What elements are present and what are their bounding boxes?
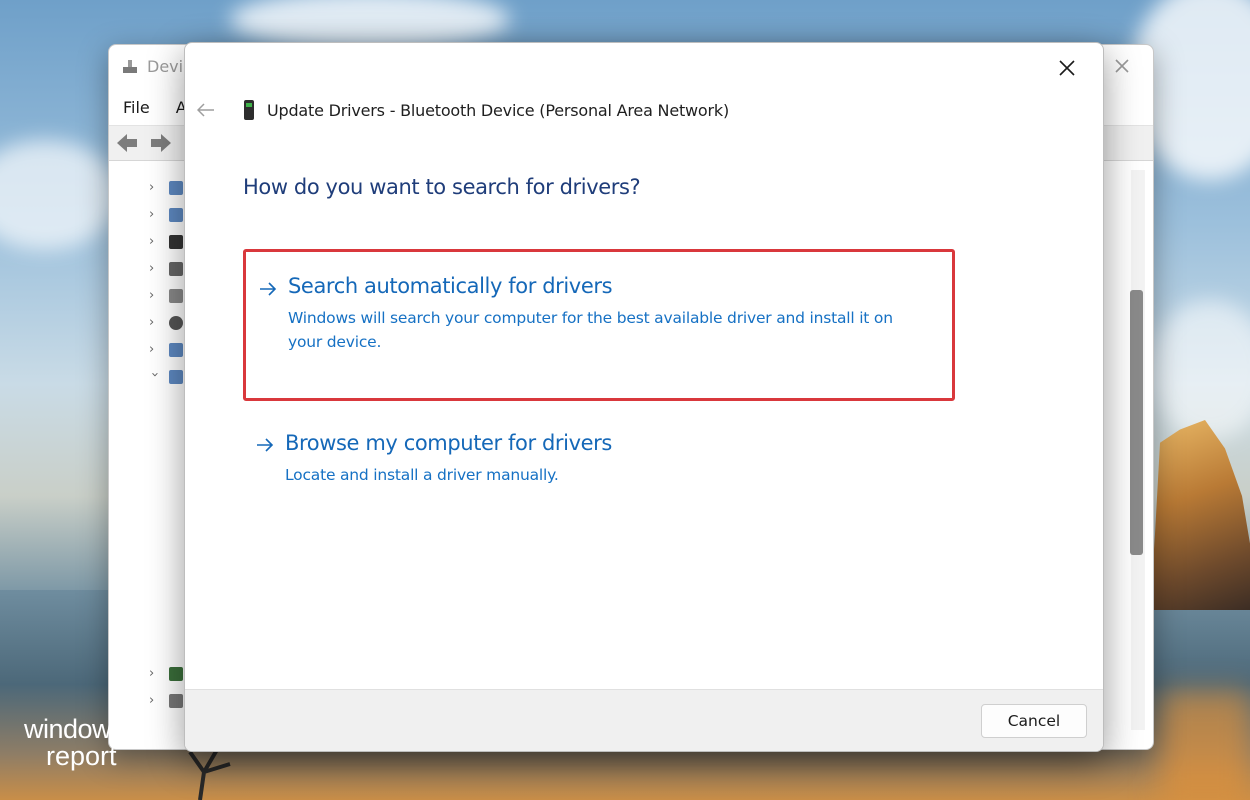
cloud (0, 140, 120, 250)
browse-computer-option[interactable]: Browse my computer for drivers Locate an… (243, 417, 955, 497)
device-manager-titlebar: Devi (121, 57, 183, 76)
menu-bar: File A (123, 98, 187, 117)
option-title: Browse my computer for drivers (285, 431, 612, 455)
cloud (1150, 300, 1250, 440)
back-button[interactable] (193, 97, 219, 123)
close-icon[interactable] (1113, 57, 1131, 75)
device-category-icon (169, 208, 183, 222)
rock-formation (1150, 420, 1250, 610)
device-category-icon (169, 370, 183, 384)
tree-item[interactable]: › (149, 286, 189, 306)
right-arrow-icon (260, 282, 277, 296)
device-category-icon (169, 316, 183, 330)
right-arrow-icon (257, 438, 274, 452)
tree-item[interactable]: › (149, 232, 189, 252)
dialog-header: Update Drivers - Bluetooth Device (Perso… (243, 99, 729, 121)
windows-report-watermark: windows report (24, 716, 144, 770)
chevron-down-icon: › (147, 372, 162, 378)
tree-item[interactable]: › (149, 691, 189, 711)
device-tree: › › › › › › › › › › (109, 170, 189, 730)
watermark-line1: windows (24, 714, 125, 744)
chevron-right-icon: › (149, 234, 155, 249)
device-category-icon (169, 694, 183, 708)
close-button[interactable] (1045, 53, 1089, 83)
scrollbar-thumb[interactable] (1130, 290, 1143, 555)
search-automatically-option[interactable]: Search automatically for drivers Windows… (243, 249, 955, 401)
sun-reflection (1160, 690, 1250, 800)
tree-item[interactable]: › (147, 367, 189, 387)
tree-item[interactable]: › (149, 664, 189, 684)
option-description: Locate and install a driver manually. (285, 466, 559, 484)
chevron-right-icon: › (149, 342, 155, 357)
watermark-line2: report (46, 741, 117, 771)
device-category-icon (169, 343, 183, 357)
device-category-icon (169, 235, 183, 249)
tree-item[interactable]: › (149, 340, 189, 360)
menu-file[interactable]: File (123, 98, 150, 117)
chevron-right-icon: › (149, 693, 155, 708)
device-category-icon (169, 289, 183, 303)
chevron-right-icon: › (149, 207, 155, 222)
bluetooth-device-icon (244, 100, 254, 120)
option-title: Search automatically for drivers (288, 274, 613, 298)
tree-item[interactable]: › (149, 178, 189, 198)
tree-item[interactable]: › (149, 259, 189, 279)
tree-item[interactable]: › (149, 313, 189, 333)
chevron-right-icon: › (149, 180, 155, 195)
option-description: Windows will search your computer for th… (288, 309, 893, 351)
tree-item[interactable]: › (149, 205, 189, 225)
chevron-right-icon: › (149, 288, 155, 303)
back-arrow-icon (197, 103, 214, 117)
device-category-icon (169, 181, 183, 195)
close-icon (1059, 60, 1075, 76)
cancel-button[interactable]: Cancel (981, 704, 1087, 738)
dialog-footer: Cancel (185, 689, 1103, 751)
chevron-right-icon: › (149, 261, 155, 276)
chevron-right-icon: › (149, 315, 155, 330)
page-question: How do you want to search for drivers? (243, 175, 641, 199)
device-manager-icon (123, 59, 137, 73)
back-icon[interactable] (115, 132, 139, 154)
device-manager-title: Devi (147, 57, 184, 76)
device-category-icon (169, 262, 183, 276)
forward-icon[interactable] (149, 132, 173, 154)
update-drivers-dialog: Update Drivers - Bluetooth Device (Perso… (184, 42, 1104, 752)
dialog-title: Update Drivers - Bluetooth Device (Perso… (267, 100, 730, 120)
chevron-right-icon: › (149, 666, 155, 681)
device-category-icon (169, 667, 183, 681)
